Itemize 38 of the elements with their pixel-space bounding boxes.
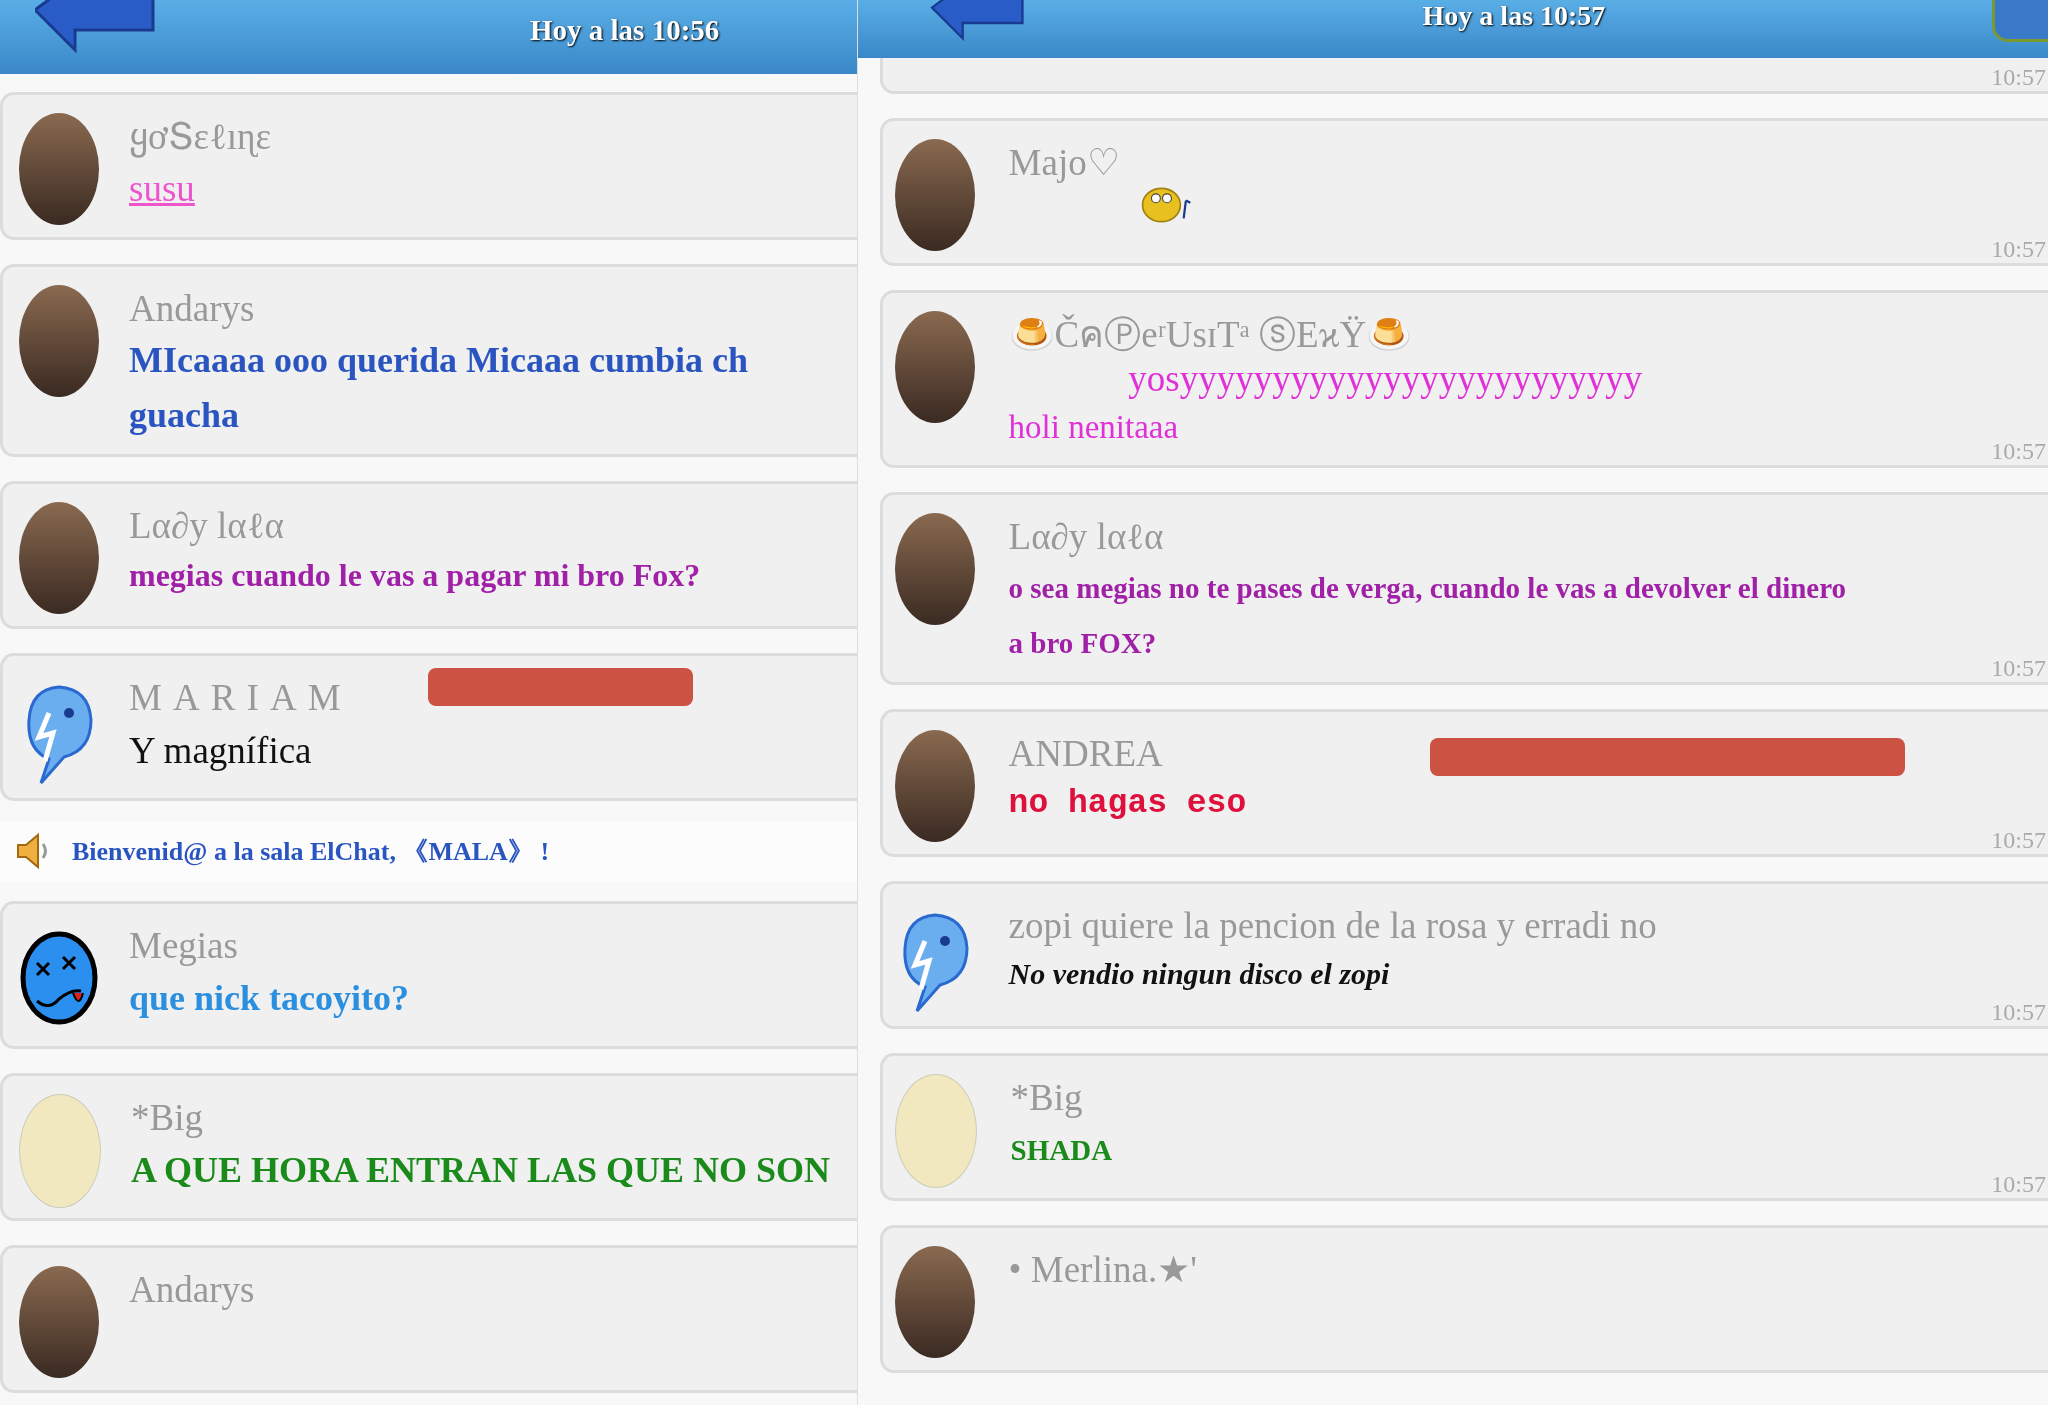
user-name: Andarys (129, 287, 256, 331)
welcome-message: Bienvenid@ a la sala ElChat, 《MALA》 ! (72, 835, 550, 868)
user-name: zopi quiere la pencion de la rosa y erradi no (1008, 904, 1657, 949)
user-name: *Big (1010, 1076, 1084, 1121)
message-text: guacha (129, 393, 241, 437)
header-time: Hoy a las 10:56 (530, 14, 720, 47)
message-time: 10:57 (1991, 1171, 2046, 1199)
user-name: Majo♡ (1008, 141, 1121, 185)
message-text: o sea megias no te pases de verga, cuando le vas a devolver el dinero (1008, 570, 1847, 606)
message-text: A QUE HORA ENTRAN LAS QUE NO SON (131, 1148, 831, 1192)
user-name: Megias (129, 924, 239, 969)
message-text: a bro FOX? (1008, 625, 1158, 661)
message-time: 10:57 (1991, 64, 2046, 91)
user-name: MARIAM (129, 676, 352, 721)
user-name: Lα∂y lαℓα (1008, 514, 1165, 559)
message-text: SHADA (1010, 1132, 1113, 1168)
message-text: susu (129, 167, 196, 212)
message-text: Y magnífica (129, 728, 313, 773)
message-time: 10:57 (1991, 999, 2046, 1027)
user-name: ყơՏɛℓıɳɛ (129, 115, 272, 160)
message-text: que nick tacoyito? (129, 976, 409, 1020)
message-text: no hagas eso (1008, 783, 1247, 824)
user-name: ANDREA (1008, 732, 1164, 777)
header-time: Hoy a las 10:57 (1422, 0, 1606, 32)
user-name: • Merlina.★' (1008, 1248, 1197, 1293)
message-text: holi nenitaaa (1008, 408, 1180, 448)
user-name: Andarys (129, 1268, 255, 1313)
message-text: megias cuando le vas a pagar mi bro Fox? (129, 555, 701, 595)
message-time: 10:57 (1991, 655, 2046, 683)
message-text: MIcaaaa ooo querida Micaaa cumbia ch (129, 339, 748, 383)
message-text: yosyyyyyyyyyyyyyyyyyyyyyyyyy (1128, 357, 1643, 401)
user-name: 🍮ČคⓅeʳUsɪTᵃ ⓢEϰŸ🍮 (1008, 313, 1413, 357)
user-name: Lα∂y lαℓα (129, 504, 285, 549)
message-time: 10:57 (1991, 827, 2046, 855)
message-time: 10:57 (1991, 236, 2046, 263)
message-text: No vendio ningun disco el zopi (1008, 955, 1391, 992)
message-time: 10:57 (1991, 437, 2046, 465)
user-name: *Big (131, 1096, 204, 1141)
